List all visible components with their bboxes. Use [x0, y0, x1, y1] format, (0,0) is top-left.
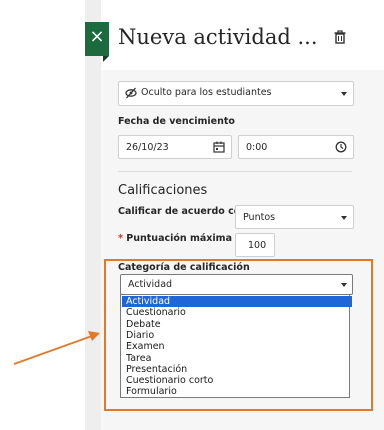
category-option[interactable]: Tarea — [122, 353, 352, 364]
category-option[interactable]: Examen — [122, 341, 352, 352]
category-option[interactable]: Presentación — [122, 364, 352, 375]
category-option[interactable]: Cuestionario — [122, 307, 352, 318]
category-option[interactable]: Debate — [122, 319, 352, 330]
category-option[interactable]: Formulario — [122, 386, 352, 397]
category-option[interactable]: Diario — [122, 330, 352, 341]
category-option[interactable]: Actividad — [122, 296, 352, 308]
grade-category-dropdown[interactable]: Actividad Cuestionario Debate Diario Exa… — [120, 294, 352, 398]
category-option[interactable]: Cuestionario corto — [122, 375, 352, 386]
